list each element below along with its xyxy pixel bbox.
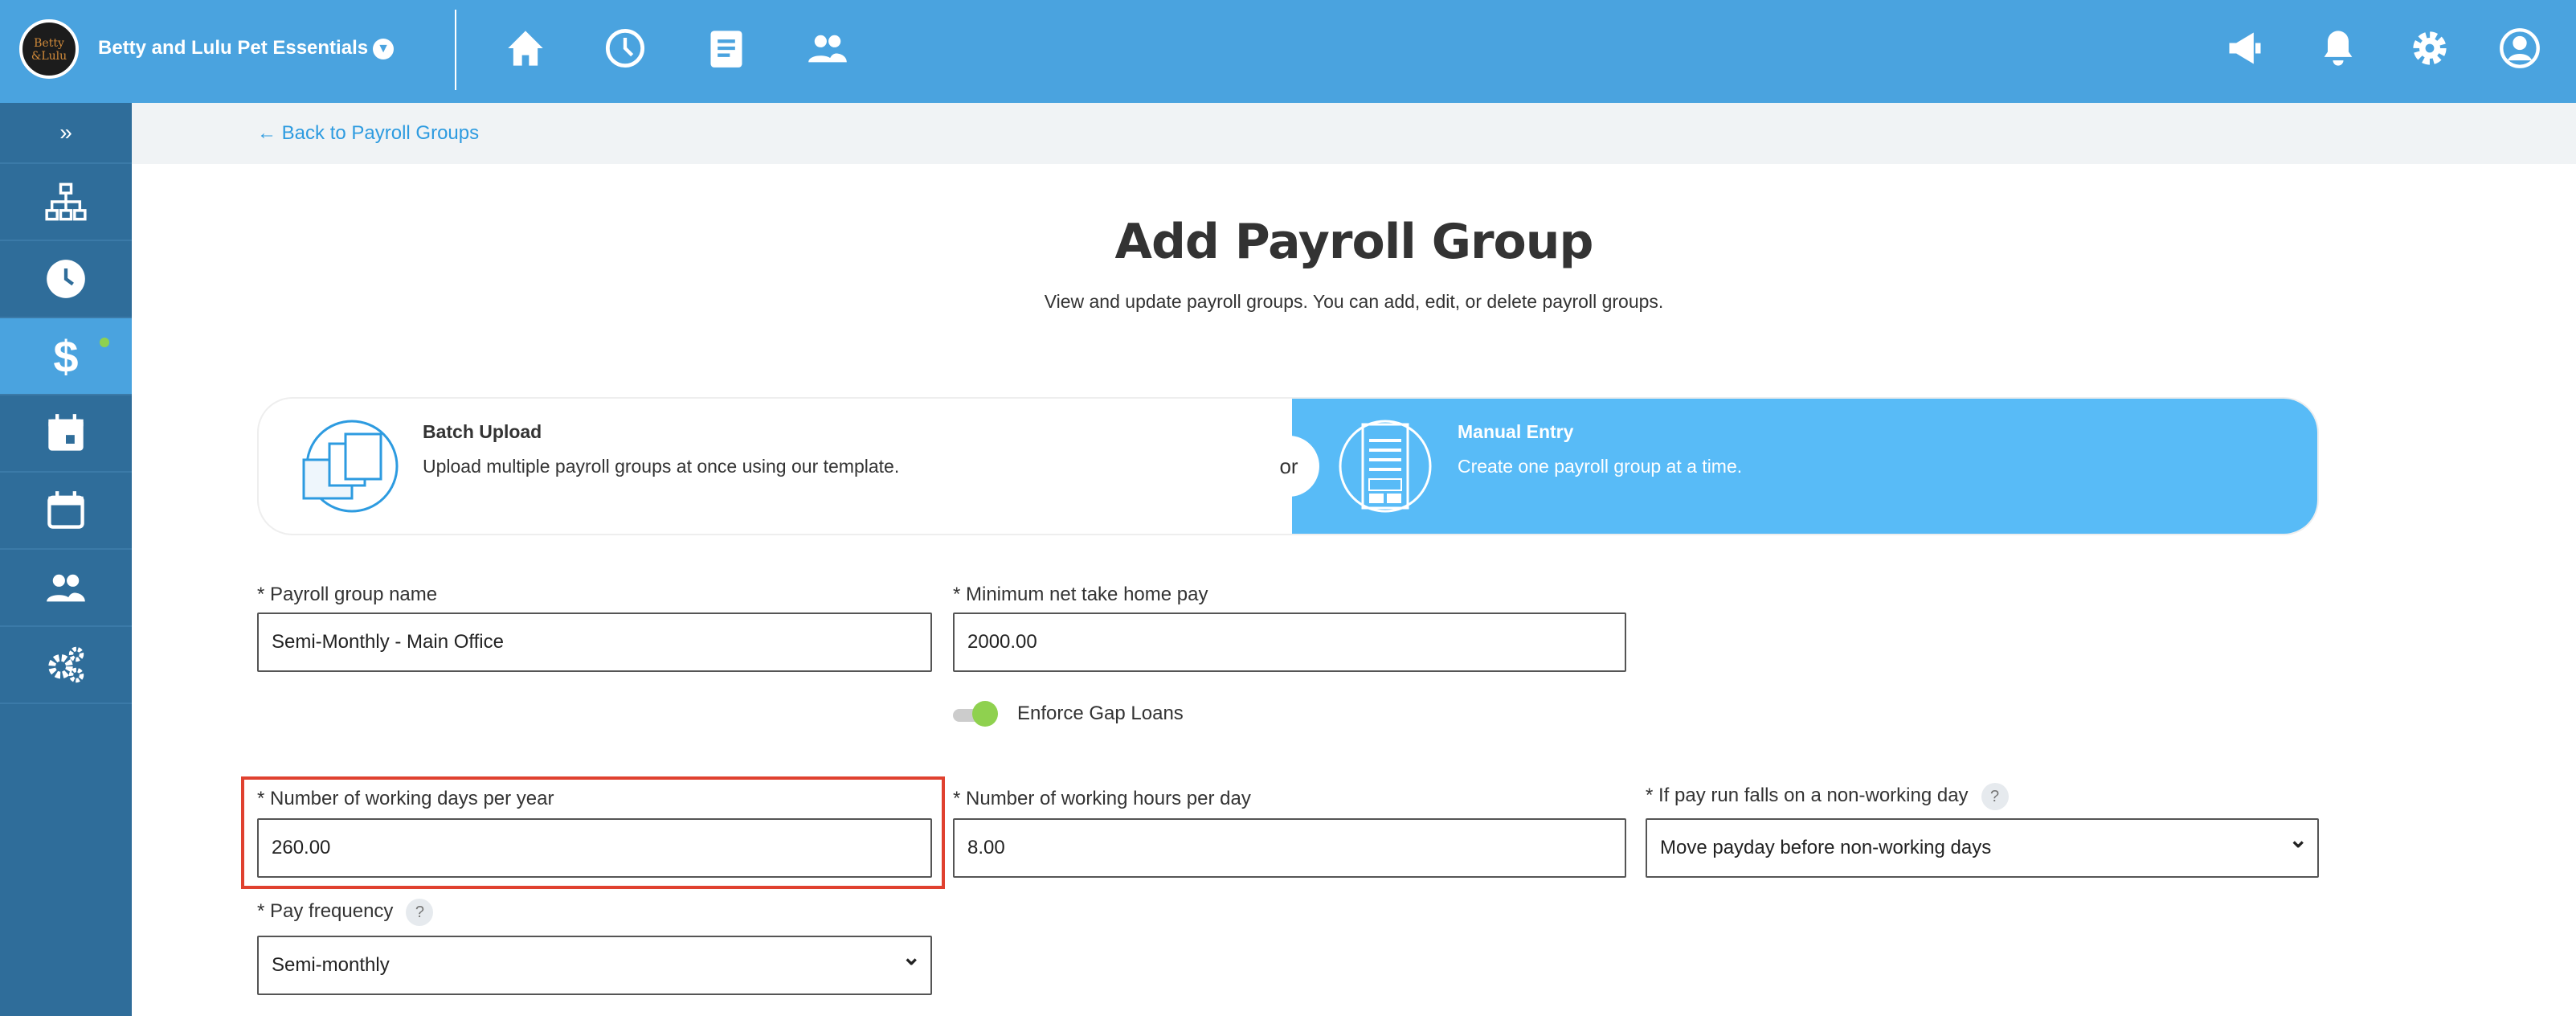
non-working-day-label-text: * If pay run falls on a non-working day: [1646, 785, 1969, 806]
payroll-group-name-label: * Payroll group name: [257, 584, 438, 605]
sidebar-item-payroll[interactable]: $: [0, 318, 132, 395]
clock-icon[interactable]: [604, 27, 646, 69]
people-icon: [47, 574, 85, 602]
dollar-icon: $: [53, 330, 79, 382]
divider: [455, 10, 456, 90]
batch-upload-icon: [302, 420, 399, 513]
company-logo[interactable]: Betty &Lulu: [19, 19, 79, 79]
status-dot: [100, 338, 109, 347]
or-separator: or: [1258, 436, 1319, 497]
working-hours-label: * Number of working hours per day: [953, 788, 1251, 809]
breadcrumb-bar: ← Back to Payroll Groups: [132, 103, 2576, 164]
sidebar-item-time[interactable]: [0, 241, 132, 318]
page-title: Add Payroll Group: [1114, 214, 1594, 270]
sidebar-item-calendar[interactable]: [0, 473, 132, 550]
minimum-net-pay-label: * Minimum net take home pay: [953, 584, 1208, 605]
chevron-down-icon[interactable]: ▼: [373, 39, 394, 59]
sidebar: » $: [0, 103, 132, 1016]
minimum-net-pay-input[interactable]: 2000.00: [953, 612, 1626, 672]
sidebar-expand-button[interactable]: »: [0, 103, 132, 164]
non-working-day-select[interactable]: Move payday before non-working days: [1646, 812, 2319, 878]
people-icon[interactable]: [807, 27, 848, 69]
sidebar-item-settings[interactable]: [0, 627, 132, 704]
batch-upload-description: Upload multiple payroll groups at once u…: [423, 456, 900, 477]
working-hours-input[interactable]: 8.00: [953, 818, 1626, 878]
pay-frequency-select[interactable]: Semi-monthly: [257, 929, 932, 995]
enforce-gap-loans-label: Enforce Gap Loans: [1017, 703, 1184, 724]
batch-upload-option[interactable]: Batch Upload Upload multiple payroll grou…: [259, 399, 1292, 534]
payroll-group-name-input[interactable]: Semi-Monthly - Main Office: [257, 612, 932, 672]
company-name[interactable]: Betty and Lulu Pet Essentials: [98, 37, 368, 59]
bell-icon[interactable]: [2317, 27, 2359, 69]
manual-entry-icon: [1339, 420, 1432, 513]
pay-frequency-label-text: * Pay frequency: [257, 900, 394, 922]
sidebar-item-schedule[interactable]: [0, 395, 132, 473]
pay-frequency-value: Semi-monthly: [272, 954, 390, 976]
non-working-day-value: Move payday before non-working days: [1660, 837, 1992, 858]
working-days-input[interactable]: 260.00: [257, 818, 932, 878]
manual-entry-description: Create one payroll group at a time.: [1458, 456, 1743, 477]
document-icon[interactable]: [705, 27, 747, 69]
megaphone-icon[interactable]: [2224, 27, 2266, 69]
top-bar: Betty &Lulu Betty and Lulu Pet Essentials…: [0, 0, 2576, 103]
enforce-gap-loans-toggle[interactable]: [953, 701, 998, 727]
manual-entry-title: Manual Entry: [1458, 421, 1574, 442]
working-days-label: * Number of working days per year: [257, 788, 554, 809]
org-chart-icon: [45, 182, 87, 221]
calendar-icon: [47, 491, 84, 529]
pay-frequency-label: * Pay frequency?: [257, 899, 434, 926]
clock-icon: [47, 260, 85, 298]
home-icon[interactable]: [505, 27, 546, 69]
user-icon[interactable]: [2499, 27, 2541, 69]
help-icon[interactable]: ?: [1981, 783, 2009, 810]
non-working-day-label: * If pay run falls on a non-working day?: [1646, 783, 2009, 810]
gear-icon[interactable]: [2409, 27, 2451, 69]
back-to-payroll-groups-link[interactable]: ← Back to Payroll Groups: [257, 122, 479, 145]
sidebar-item-organization[interactable]: [0, 164, 132, 241]
help-icon[interactable]: ?: [406, 899, 434, 926]
manual-entry-option[interactable]: Manual Entry Create one payroll group at …: [1292, 399, 2317, 534]
calendar-day-icon: [48, 414, 84, 451]
sidebar-item-employees[interactable]: [0, 550, 132, 627]
page-subtitle: View and update payroll groups. You can …: [1044, 291, 1664, 312]
batch-upload-title: Batch Upload: [423, 421, 542, 442]
gears-icon: [48, 646, 84, 683]
